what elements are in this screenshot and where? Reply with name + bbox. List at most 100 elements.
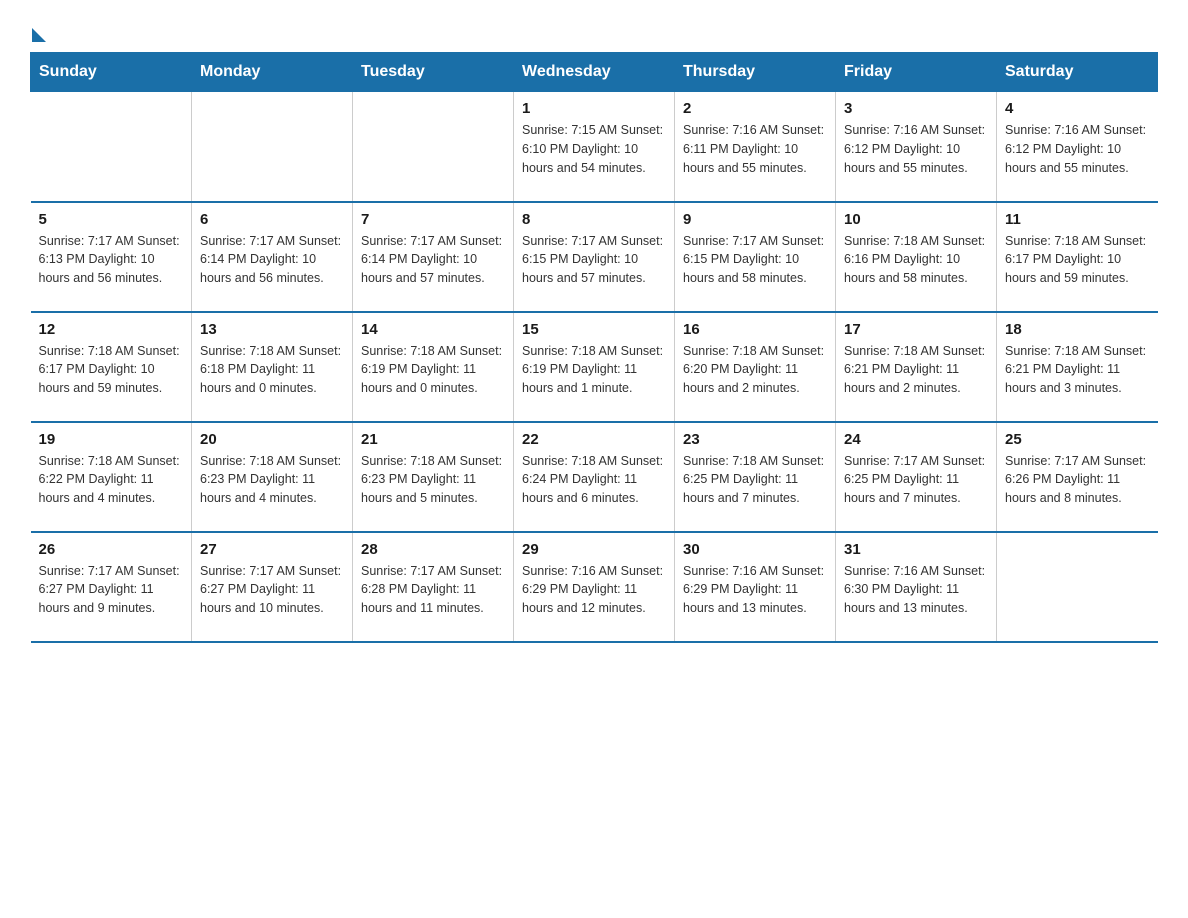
calendar-body: 1 Sunrise: 7:15 AM Sunset: 6:10 PM Daylig… [31, 92, 1158, 642]
day-info: Sunrise: 7:18 AM Sunset: 6:23 PM Dayligh… [361, 452, 505, 508]
calendar-week-row: 26 Sunrise: 7:17 AM Sunset: 6:27 PM Dayli… [31, 532, 1158, 642]
day-number: 3 [844, 100, 988, 117]
calendar-week-row: 1 Sunrise: 7:15 AM Sunset: 6:10 PM Daylig… [31, 92, 1158, 202]
day-number: 28 [361, 541, 505, 558]
day-number: 23 [683, 431, 827, 448]
calendar-cell [997, 532, 1158, 642]
calendar-cell: 15Sunrise: 7:18 AM Sunset: 6:19 PM Dayli… [514, 312, 675, 422]
calendar-cell [31, 92, 192, 202]
day-of-week-header: Monday [192, 53, 353, 92]
day-number: 10 [844, 211, 988, 228]
day-number: 24 [844, 431, 988, 448]
day-number: 8 [522, 211, 666, 228]
day-info: Sunrise: 7:17 AM Sunset: 6:14 PM Dayligh… [361, 232, 505, 288]
calendar-cell: 17Sunrise: 7:18 AM Sunset: 6:21 PM Dayli… [836, 312, 997, 422]
calendar-cell: 16Sunrise: 7:18 AM Sunset: 6:20 PM Dayli… [675, 312, 836, 422]
calendar-cell: 3 Sunrise: 7:16 AM Sunset: 6:12 PM Daylig… [836, 92, 997, 202]
calendar-cell: 14 Sunrise: 7:18 AM Sunset: 6:19 PM Dayli… [353, 312, 514, 422]
day-info: Sunrise: 7:16 AM Sunset: 6:29 PM Dayligh… [522, 562, 666, 618]
day-info: Sunrise: 7:17 AM Sunset: 6:15 PM Dayligh… [522, 232, 666, 288]
day-number: 12 [39, 321, 184, 338]
day-info: Sunrise: 7:17 AM Sunset: 6:26 PM Dayligh… [1005, 452, 1150, 508]
day-info: Sunrise: 7:18 AM Sunset: 6:22 PM Dayligh… [39, 452, 184, 508]
calendar-cell: 9 Sunrise: 7:17 AM Sunset: 6:15 PM Daylig… [675, 202, 836, 312]
calendar-cell: 24Sunrise: 7:17 AM Sunset: 6:25 PM Dayli… [836, 422, 997, 532]
calendar-header: SundayMondayTuesdayWednesdayThursdayFrid… [31, 53, 1158, 92]
day-info: Sunrise: 7:18 AM Sunset: 6:17 PM Dayligh… [1005, 232, 1150, 288]
day-info: Sunrise: 7:17 AM Sunset: 6:27 PM Dayligh… [39, 562, 184, 618]
calendar-cell: 18 Sunrise: 7:18 AM Sunset: 6:21 PM Dayli… [997, 312, 1158, 422]
day-info: Sunrise: 7:18 AM Sunset: 6:24 PM Dayligh… [522, 452, 666, 508]
calendar-cell: 2 Sunrise: 7:16 AM Sunset: 6:11 PM Daylig… [675, 92, 836, 202]
day-number: 27 [200, 541, 344, 558]
calendar-cell: 10 Sunrise: 7:18 AM Sunset: 6:16 PM Dayli… [836, 202, 997, 312]
day-info: Sunrise: 7:18 AM Sunset: 6:23 PM Dayligh… [200, 452, 344, 508]
day-number: 15 [522, 321, 666, 338]
calendar-cell: 27 Sunrise: 7:17 AM Sunset: 6:27 PM Dayli… [192, 532, 353, 642]
day-of-week-header: Thursday [675, 53, 836, 92]
calendar-cell: 29Sunrise: 7:16 AM Sunset: 6:29 PM Dayli… [514, 532, 675, 642]
calendar-cell: 21 Sunrise: 7:18 AM Sunset: 6:23 PM Dayli… [353, 422, 514, 532]
calendar-cell: 8 Sunrise: 7:17 AM Sunset: 6:15 PM Daylig… [514, 202, 675, 312]
day-number: 31 [844, 541, 988, 558]
day-number: 1 [522, 100, 666, 117]
logo [30, 20, 46, 42]
day-number: 16 [683, 321, 827, 338]
day-info: Sunrise: 7:18 AM Sunset: 6:16 PM Dayligh… [844, 232, 988, 288]
page-header [30, 20, 1158, 42]
calendar-cell: 13Sunrise: 7:18 AM Sunset: 6:18 PM Dayli… [192, 312, 353, 422]
day-of-week-header: Wednesday [514, 53, 675, 92]
day-info: Sunrise: 7:17 AM Sunset: 6:15 PM Dayligh… [683, 232, 827, 288]
day-number: 4 [1005, 100, 1150, 117]
calendar-cell: 7 Sunrise: 7:17 AM Sunset: 6:14 PM Daylig… [353, 202, 514, 312]
calendar-cell [192, 92, 353, 202]
calendar-cell: 26 Sunrise: 7:17 AM Sunset: 6:27 PM Dayli… [31, 532, 192, 642]
day-number: 7 [361, 211, 505, 228]
day-number: 22 [522, 431, 666, 448]
calendar-cell: 4 Sunrise: 7:16 AM Sunset: 6:12 PM Daylig… [997, 92, 1158, 202]
calendar-cell: 23Sunrise: 7:18 AM Sunset: 6:25 PM Dayli… [675, 422, 836, 532]
calendar-cell: 25 Sunrise: 7:17 AM Sunset: 6:26 PM Dayli… [997, 422, 1158, 532]
day-info: Sunrise: 7:17 AM Sunset: 6:27 PM Dayligh… [200, 562, 344, 618]
day-of-week-header: Friday [836, 53, 997, 92]
day-number: 2 [683, 100, 827, 117]
day-number: 21 [361, 431, 505, 448]
day-number: 5 [39, 211, 184, 228]
calendar-week-row: 5 Sunrise: 7:17 AM Sunset: 6:13 PM Daylig… [31, 202, 1158, 312]
day-of-week-header: Saturday [997, 53, 1158, 92]
day-info: Sunrise: 7:17 AM Sunset: 6:14 PM Dayligh… [200, 232, 344, 288]
calendar-cell: 6 Sunrise: 7:17 AM Sunset: 6:14 PM Daylig… [192, 202, 353, 312]
day-number: 14 [361, 321, 505, 338]
calendar-cell: 30Sunrise: 7:16 AM Sunset: 6:29 PM Dayli… [675, 532, 836, 642]
day-info: Sunrise: 7:15 AM Sunset: 6:10 PM Dayligh… [522, 121, 666, 177]
day-info: Sunrise: 7:16 AM Sunset: 6:11 PM Dayligh… [683, 121, 827, 177]
day-number: 9 [683, 211, 827, 228]
calendar-cell: 1 Sunrise: 7:15 AM Sunset: 6:10 PM Daylig… [514, 92, 675, 202]
calendar-cell: 5 Sunrise: 7:17 AM Sunset: 6:13 PM Daylig… [31, 202, 192, 312]
calendar-cell: 31 Sunrise: 7:16 AM Sunset: 6:30 PM Dayli… [836, 532, 997, 642]
day-number: 13 [200, 321, 344, 338]
calendar-week-row: 12 Sunrise: 7:18 AM Sunset: 6:17 PM Dayli… [31, 312, 1158, 422]
day-info: Sunrise: 7:18 AM Sunset: 6:17 PM Dayligh… [39, 342, 184, 398]
day-number: 26 [39, 541, 184, 558]
calendar-cell [353, 92, 514, 202]
calendar-cell: 12 Sunrise: 7:18 AM Sunset: 6:17 PM Dayli… [31, 312, 192, 422]
calendar-week-row: 19Sunrise: 7:18 AM Sunset: 6:22 PM Dayli… [31, 422, 1158, 532]
calendar-cell: 11Sunrise: 7:18 AM Sunset: 6:17 PM Dayli… [997, 202, 1158, 312]
day-number: 25 [1005, 431, 1150, 448]
day-info: Sunrise: 7:16 AM Sunset: 6:12 PM Dayligh… [844, 121, 988, 177]
calendar-cell: 28 Sunrise: 7:17 AM Sunset: 6:28 PM Dayli… [353, 532, 514, 642]
day-info: Sunrise: 7:16 AM Sunset: 6:12 PM Dayligh… [1005, 121, 1150, 177]
calendar-table: SundayMondayTuesdayWednesdayThursdayFrid… [30, 52, 1158, 643]
day-info: Sunrise: 7:16 AM Sunset: 6:30 PM Dayligh… [844, 562, 988, 618]
day-info: Sunrise: 7:17 AM Sunset: 6:13 PM Dayligh… [39, 232, 184, 288]
day-number: 18 [1005, 321, 1150, 338]
day-of-week-header: Sunday [31, 53, 192, 92]
day-number: 17 [844, 321, 988, 338]
day-info: Sunrise: 7:17 AM Sunset: 6:28 PM Dayligh… [361, 562, 505, 618]
day-info: Sunrise: 7:18 AM Sunset: 6:21 PM Dayligh… [1005, 342, 1150, 398]
day-number: 30 [683, 541, 827, 558]
day-number: 20 [200, 431, 344, 448]
day-number: 6 [200, 211, 344, 228]
day-info: Sunrise: 7:18 AM Sunset: 6:19 PM Dayligh… [361, 342, 505, 398]
